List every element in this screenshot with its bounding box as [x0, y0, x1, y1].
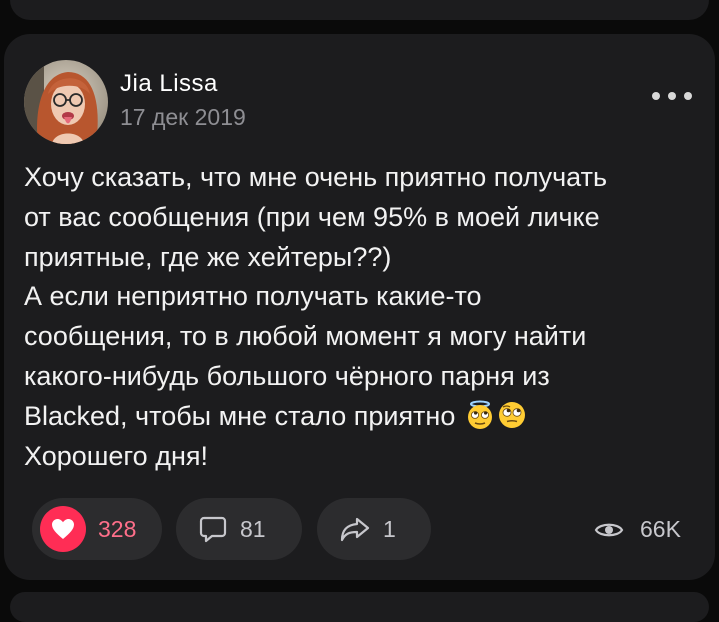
post-line: сообщения, то в любой момент я могу найт…: [24, 321, 587, 352]
rolling-eyes-emoji-icon: [497, 400, 527, 430]
post-line: от вас сообщения (при чем 95% в моей лич…: [24, 201, 600, 232]
post-line: приятные, где же хейтеры??): [24, 241, 392, 272]
author-name[interactable]: Jia Lissa: [120, 70, 218, 98]
post-card: Jia Lissa 17 дек 2019 Хочу сказать, что …: [4, 34, 715, 580]
like-count: 328: [98, 515, 137, 542]
post-date: 17 дек 2019: [120, 104, 246, 130]
more-options-button[interactable]: [652, 86, 692, 106]
repost-count: 1: [383, 515, 396, 542]
post-line-with-emoji: Blacked, чтобы мне стало приятно: [24, 397, 699, 437]
post-line: А если неприятно получать какие-то: [24, 281, 482, 312]
like-circle: [40, 506, 86, 552]
repost-button[interactable]: 1: [317, 498, 431, 560]
post-actions-bar: 328 81 1 66K: [4, 494, 715, 564]
more-dot-icon: [668, 92, 676, 100]
comment-button[interactable]: 81: [176, 498, 302, 560]
avatar-photo: [24, 60, 108, 144]
share-arrow-icon: [339, 514, 371, 544]
previous-post-edge: [0, 0, 719, 30]
comment-count: 81: [240, 515, 266, 542]
eye-icon: [594, 523, 624, 536]
views-indicator: 66K: [594, 516, 681, 543]
post-line: Blacked, чтобы мне стало приятно: [24, 400, 456, 431]
post-line: какого-нибудь большого чёрного парня из: [24, 360, 550, 391]
innocent-rolling-eyes-emoji-icon: [465, 400, 495, 430]
heart-icon: [52, 519, 74, 539]
post-line: Хочу сказать, что мне очень приятно полу…: [24, 162, 608, 192]
post-line: Хорошего дня!: [24, 440, 208, 471]
author-avatar[interactable]: [24, 60, 108, 144]
like-button[interactable]: 328: [32, 498, 162, 560]
post-body: Хочу сказать, что мне очень приятно полу…: [24, 158, 699, 476]
more-dot-icon: [652, 92, 660, 100]
comment-icon: [198, 514, 228, 544]
views-count: 66K: [640, 516, 681, 542]
more-dot-icon: [684, 92, 692, 100]
previous-card-bottom: [10, 0, 709, 20]
